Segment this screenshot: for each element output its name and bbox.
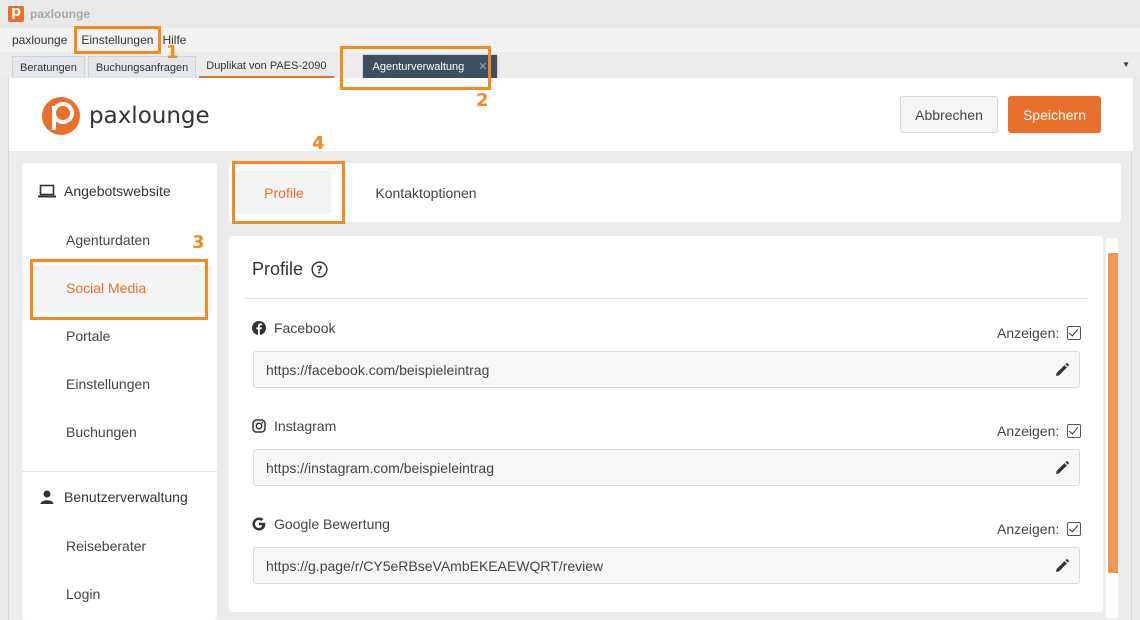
annotation-number-3: 3 (192, 232, 205, 253)
edit-pencil-icon[interactable] (1055, 559, 1069, 573)
sidebar-divider (22, 471, 217, 472)
facebook-label-text: Facebook (274, 320, 336, 336)
google-url-value: https://g.page/r/CY5eRBseVAmbEKEAEWQRT/r… (266, 557, 604, 574)
sidebar-item-buchungen[interactable]: Buchungen (66, 424, 137, 440)
instagram-icon (252, 419, 266, 433)
tab-duplikat[interactable]: Duplikat von PAES-2090 (199, 56, 334, 78)
sidebar-group-angebotswebsite[interactable]: Angebotswebsite (38, 183, 171, 199)
tab-buchungsanfragen[interactable]: Buchungsanfragen (87, 56, 197, 78)
svg-text:?: ? (317, 264, 323, 276)
annotation-box-3 (30, 259, 208, 320)
app-frame: paxlounge Abbrechen Speichern Angebotswe… (8, 78, 1133, 620)
google-icon (252, 517, 266, 531)
help-icon[interactable]: ? (311, 261, 328, 278)
annotation-number-4: 4 (312, 133, 325, 154)
tab-label: Buchungsanfragen (95, 61, 189, 74)
tab-overflow-icon[interactable]: ▼ (1122, 60, 1130, 69)
tab-label: Duplikat von PAES-2090 (206, 60, 327, 72)
annotation-box-1 (74, 26, 161, 54)
annotation-box-2 (340, 46, 491, 90)
google-url-field[interactable]: https://g.page/r/CY5eRBseVAmbEKEAEWQRT/r… (253, 547, 1080, 584)
show-label: Anzeigen: (997, 423, 1060, 439)
sidebar-item-einstellungen[interactable]: Einstellungen (66, 376, 150, 392)
sidebar-group-label: Benutzerverwaltung (64, 489, 188, 505)
tab-label: Beratungen (20, 61, 77, 74)
cancel-button[interactable]: Abbrechen (900, 96, 998, 133)
annotation-box-4 (232, 161, 345, 224)
edit-pencil-icon[interactable] (1055, 461, 1069, 475)
title-bar: paxlounge (0, 0, 1140, 28)
app-header: paxlounge Abbrechen Speichern (9, 78, 1133, 151)
facebook-show-checkbox[interactable] (1067, 326, 1082, 340)
google-show-checkbox[interactable] (1067, 522, 1082, 536)
menu-item-paxlounge[interactable]: paxlounge (12, 33, 67, 47)
instagram-url-field[interactable]: https://instagram.com/beispieleintrag (253, 449, 1080, 486)
google-label-text: Google Bewertung (274, 516, 390, 532)
sidebar-group-benutzerverwaltung[interactable]: Benutzerverwaltung (38, 489, 188, 505)
content-tabs: Profile Kontaktoptionen (229, 163, 1121, 222)
annotation-number-2: 2 (476, 90, 489, 111)
facebook-label: Facebook (252, 320, 335, 336)
window-title: paxlounge (30, 7, 91, 21)
card-title: Profile ? (252, 259, 328, 280)
tab-beratungen[interactable]: Beratungen (12, 56, 85, 78)
scrollbar-thumb[interactable] (1108, 253, 1118, 573)
show-label: Anzeigen: (997, 521, 1060, 537)
card-divider (245, 298, 1088, 299)
annotation-number-1: 1 (166, 42, 179, 63)
tab-kontaktoptionen[interactable]: Kontaktoptionen (351, 171, 501, 214)
sidebar: Angebotswebsite Agenturdaten Social Medi… (22, 163, 217, 620)
logo-text: paxlounge (89, 103, 210, 129)
sidebar-item-login[interactable]: Login (66, 586, 100, 602)
sidebar-group-label: Angebotswebsite (64, 183, 171, 199)
instagram-url-value: https://instagram.com/beispieleintrag (266, 459, 494, 476)
save-button[interactable]: Speichern (1008, 96, 1101, 133)
edit-pencil-icon[interactable] (1055, 363, 1069, 377)
app-logo-icon (8, 4, 24, 22)
facebook-show-toggle: Anzeigen: (997, 325, 1082, 341)
sidebar-item-portale[interactable]: Portale (66, 328, 110, 344)
google-show-toggle: Anzeigen: (997, 521, 1082, 537)
profile-card: Profile ? Facebook Anzeigen: https://fac… (229, 236, 1103, 612)
facebook-url-field[interactable]: https://facebook.com/beispieleintrag (253, 351, 1080, 388)
sidebar-item-reiseberater[interactable]: Reiseberater (66, 538, 146, 554)
instagram-show-checkbox[interactable] (1067, 424, 1082, 438)
facebook-icon (252, 321, 266, 335)
paxlounge-logo-icon (42, 97, 80, 135)
laptop-icon (38, 184, 56, 198)
paxlounge-logo: paxlounge (41, 96, 210, 136)
show-label: Anzeigen: (997, 325, 1060, 341)
card-title-text: Profile (252, 259, 304, 279)
facebook-url-value: https://facebook.com/beispieleintrag (266, 361, 490, 378)
instagram-label-text: Instagram (274, 418, 337, 434)
instagram-label: Instagram (252, 418, 336, 434)
instagram-show-toggle: Anzeigen: (997, 423, 1082, 439)
sidebar-item-agenturdaten[interactable]: Agenturdaten (66, 232, 150, 248)
user-icon (40, 490, 54, 504)
google-label: Google Bewertung (252, 516, 390, 532)
